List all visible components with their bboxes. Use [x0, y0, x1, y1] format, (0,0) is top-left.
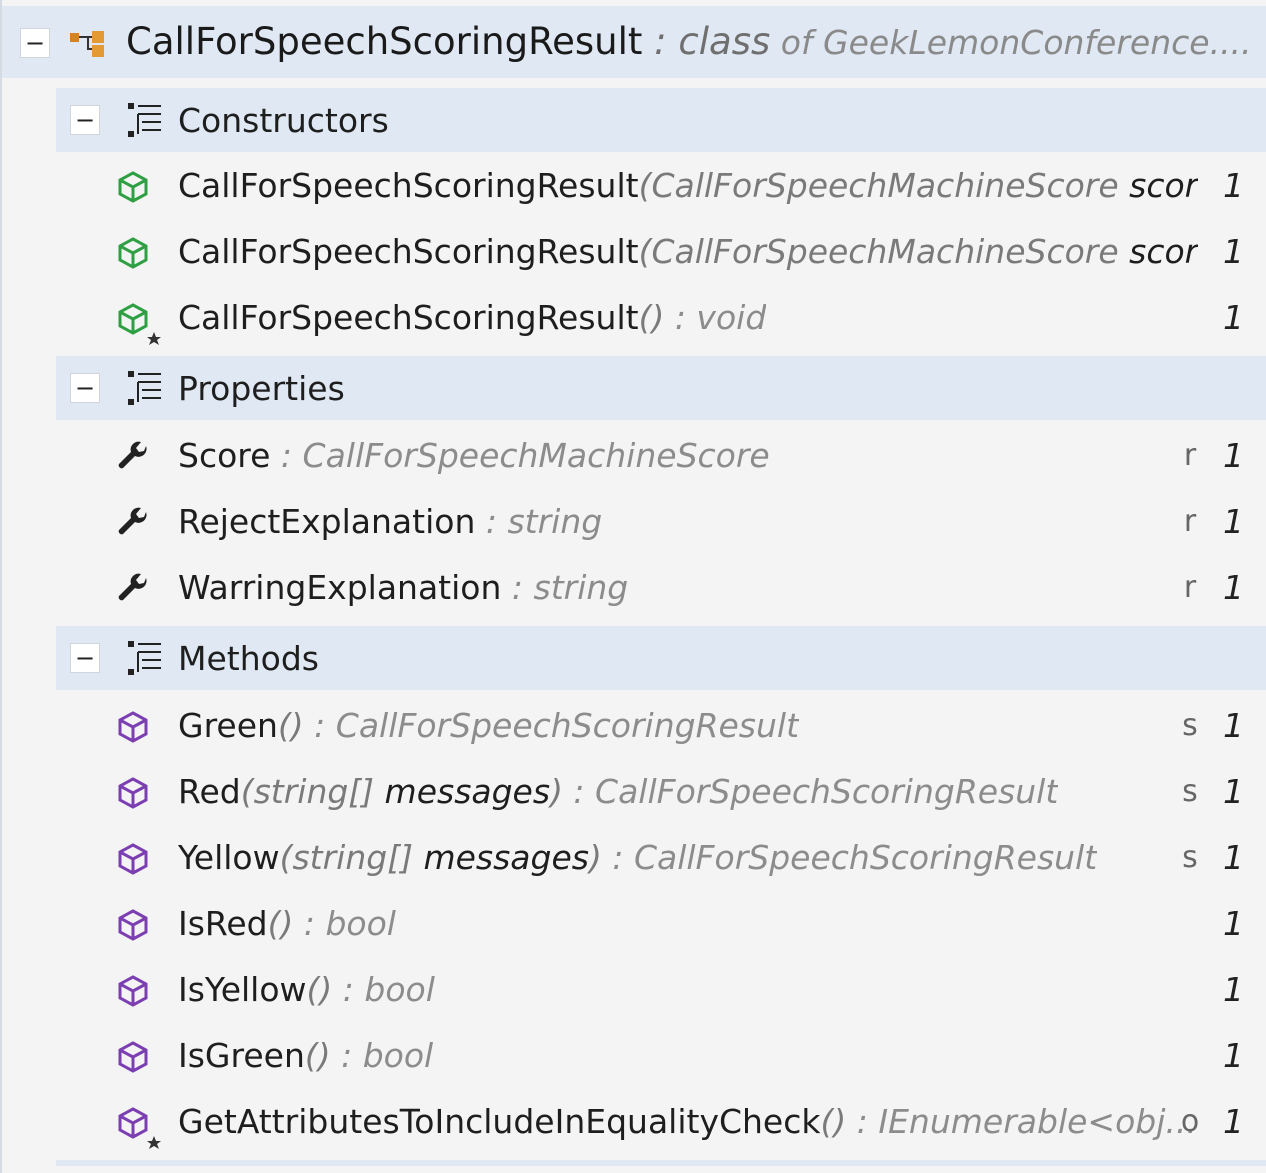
class-icon [70, 31, 104, 57]
method-item[interactable]: Green() : CallForSpeechScoringResult s 1 [56, 694, 1266, 760]
member-signature: Score : CallForSpeechMachineScore [178, 436, 770, 475]
member-group-icon [128, 103, 161, 137]
property-item[interactable]: WarringExplanation : string r 1 [56, 556, 1266, 622]
usage-count: 1 [1223, 436, 1244, 475]
wrench-icon [118, 441, 147, 469]
method-item[interactable]: IsGreen() : bool 1 [56, 1024, 1266, 1090]
member-signature: GetAttributesToIncludeInEqualityCheck() … [178, 1102, 1197, 1141]
collapse-class-toggle[interactable]: − [20, 28, 50, 58]
member-group-icon [128, 371, 161, 405]
method-item[interactable]: GetAttributesToIncludeInEqualityCheck() … [56, 1090, 1266, 1156]
star-icon [147, 332, 161, 345]
usage-count: 1 [1223, 1036, 1244, 1075]
usage-count: 1 [1223, 502, 1244, 541]
constructor-item[interactable]: CallForSpeechScoringResult(CallForSpeech… [56, 154, 1266, 220]
usage-count: 1 [1223, 772, 1244, 811]
group-properties[interactable]: − Properties [56, 356, 1266, 420]
usage-count: 1 [1223, 706, 1244, 745]
usage-count: 1 [1223, 904, 1244, 943]
constructor-item[interactable]: CallForSpeechScoringResult() : void 1 [56, 286, 1266, 352]
constructor-cube-icon [118, 237, 148, 269]
member-signature: CallForSpeechScoringResult(CallForSpeech… [178, 166, 1198, 205]
modifier-badge: o [1180, 1104, 1200, 1139]
property-item[interactable]: Score : CallForSpeechMachineScore r 1 [56, 424, 1266, 490]
group-label: Constructors [178, 101, 389, 140]
method-cube-icon [118, 1107, 161, 1149]
usage-count: 1 [1223, 232, 1244, 271]
usage-count: 1 [1223, 568, 1244, 607]
method-item[interactable]: IsRed() : bool 1 [56, 892, 1266, 958]
modifier-badge: s [1182, 774, 1198, 809]
class-node[interactable]: − CallForSpeechScoringResult : class of … [2, 6, 1266, 78]
member-signature: Green() : CallForSpeechScoringResult [178, 706, 800, 745]
member-group-icon [128, 641, 161, 675]
member-signature: Yellow(string[] messages) : CallForSpeec… [178, 838, 1098, 877]
method-item[interactable]: Yellow(string[] messages) : CallForSpeec… [56, 826, 1266, 892]
usage-count: 1 [1223, 970, 1244, 1009]
method-cube-icon [118, 711, 148, 743]
group-label: Methods [178, 639, 319, 678]
group-label: Properties [178, 369, 345, 408]
usage-count: 1 [1223, 838, 1244, 877]
usage-count: 1 [1223, 298, 1244, 337]
class-members-tree: − CallForSpeechScoringResult : class of … [0, 0, 1266, 1173]
divider [56, 1160, 1266, 1166]
star-icon [147, 1136, 161, 1149]
method-cube-icon [118, 975, 148, 1007]
class-name: CallForSpeechScoringResult [126, 20, 643, 63]
class-kind: class [678, 20, 771, 63]
constructor-item[interactable]: CallForSpeechScoringResult(CallForSpeech… [56, 220, 1266, 286]
constructor-cube-icon [118, 303, 161, 345]
modifier-badge: r [1183, 438, 1197, 473]
wrench-icon [118, 507, 147, 535]
wrench-icon [118, 573, 147, 601]
modifier-badge: r [1183, 570, 1197, 605]
method-cube-icon [118, 843, 148, 875]
method-cube-icon [118, 909, 148, 941]
member-signature: RejectExplanation : string [178, 502, 603, 541]
collapse-constructors-toggle[interactable]: − [70, 105, 100, 135]
method-item[interactable]: IsYellow() : bool 1 [56, 958, 1266, 1024]
modifier-badge: s [1182, 840, 1198, 875]
usage-count: 1 [1223, 166, 1244, 205]
property-item[interactable]: RejectExplanation : string r 1 [56, 490, 1266, 556]
member-signature: Red(string[] messages) : CallForSpeechSc… [178, 772, 1059, 811]
group-constructors[interactable]: − Constructors [56, 88, 1266, 152]
collapse-methods-toggle[interactable]: − [70, 643, 100, 673]
class-namespace: of GeekLemonConference.... [770, 23, 1252, 62]
method-cube-icon [118, 777, 148, 809]
class-title: CallForSpeechScoringResult : class of Ge… [126, 20, 1252, 63]
usage-count: 1 [1223, 1102, 1244, 1141]
member-signature: CallForSpeechScoringResult(CallForSpeech… [178, 232, 1198, 271]
constructor-cube-icon [118, 171, 148, 203]
member-signature: IsGreen() : bool [178, 1036, 434, 1075]
class-separator: : [642, 20, 679, 63]
member-signature: WarringExplanation : string [178, 568, 629, 607]
modifier-badge: s [1182, 708, 1198, 743]
group-methods[interactable]: − Methods [56, 626, 1266, 690]
modifier-badge: r [1183, 504, 1197, 539]
member-signature: IsRed() : bool [178, 904, 396, 943]
method-item[interactable]: Red(string[] messages) : CallForSpeechSc… [56, 760, 1266, 826]
method-cube-icon [118, 1041, 148, 1073]
member-signature: IsYellow() : bool [178, 970, 435, 1009]
collapse-properties-toggle[interactable]: − [70, 373, 100, 403]
member-signature: CallForSpeechScoringResult() : void [178, 298, 767, 337]
